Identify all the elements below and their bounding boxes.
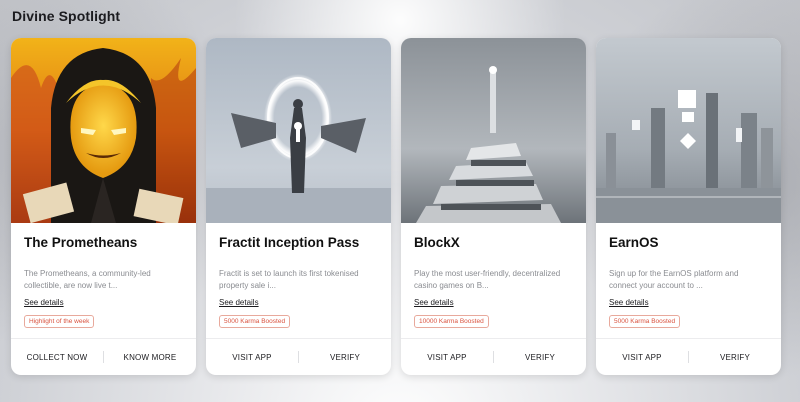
know-more-button[interactable]: KNOW MORE xyxy=(104,353,196,362)
collect-now-button[interactable]: COLLECT NOW xyxy=(11,353,103,362)
floating-path-artwork xyxy=(401,38,586,223)
card-title: EarnOS xyxy=(609,235,659,250)
karma-badge: 5000 Karma Boosted xyxy=(609,315,681,328)
visit-app-button[interactable]: VISIT APP xyxy=(206,353,298,362)
verify-button[interactable]: VERIFY xyxy=(299,353,391,362)
card-prometheans[interactable]: The Prometheans The Prometheans, a commu… xyxy=(11,38,196,375)
card-fractit[interactable]: Fractit Inception Pass Fractit is set to… xyxy=(206,38,391,375)
monolith-city-artwork xyxy=(596,38,781,223)
card-actions: VISIT APP VERIFY xyxy=(401,338,586,375)
verify-button[interactable]: VERIFY xyxy=(689,353,781,362)
karma-badge: 5000 Karma Boosted xyxy=(219,315,291,328)
card-title: The Prometheans xyxy=(24,235,138,250)
card-description: Play the most user-friendly, decentraliz… xyxy=(414,269,561,290)
card-earnos[interactable]: EarnOS Sign up for the EarnOS platform a… xyxy=(596,38,781,375)
see-details-link[interactable]: See details xyxy=(609,298,649,307)
card-blockx[interactable]: BlockX Play the most user-friendly, dece… xyxy=(401,38,586,375)
card-actions: VISIT APP VERIFY xyxy=(206,338,391,375)
portal-figure-artwork xyxy=(206,38,391,223)
card-description: The Prometheans, a community-led collect… xyxy=(24,269,151,290)
card-description: Fractit is set to launch its first token… xyxy=(219,269,359,290)
card-description: Sign up for the EarnOS platform and conn… xyxy=(609,269,739,290)
card-actions: COLLECT NOW KNOW MORE xyxy=(11,338,196,375)
see-details-link[interactable]: See details xyxy=(219,298,259,307)
see-details-link[interactable]: See details xyxy=(24,298,64,307)
promethean-artwork xyxy=(11,38,196,223)
card-title: Fractit Inception Pass xyxy=(219,235,360,250)
status-badge: Highlight of the week xyxy=(24,315,95,328)
verify-button[interactable]: VERIFY xyxy=(494,353,586,362)
karma-badge: 10000 Karma Boosted xyxy=(414,315,489,328)
spotlight-cards: The Prometheans The Prometheans, a commu… xyxy=(11,38,781,375)
section-title: Divine Spotlight xyxy=(12,8,121,24)
visit-app-button[interactable]: VISIT APP xyxy=(596,353,688,362)
see-details-link[interactable]: See details xyxy=(414,298,454,307)
card-title: BlockX xyxy=(414,235,460,250)
card-actions: VISIT APP VERIFY xyxy=(596,338,781,375)
visit-app-button[interactable]: VISIT APP xyxy=(401,353,493,362)
